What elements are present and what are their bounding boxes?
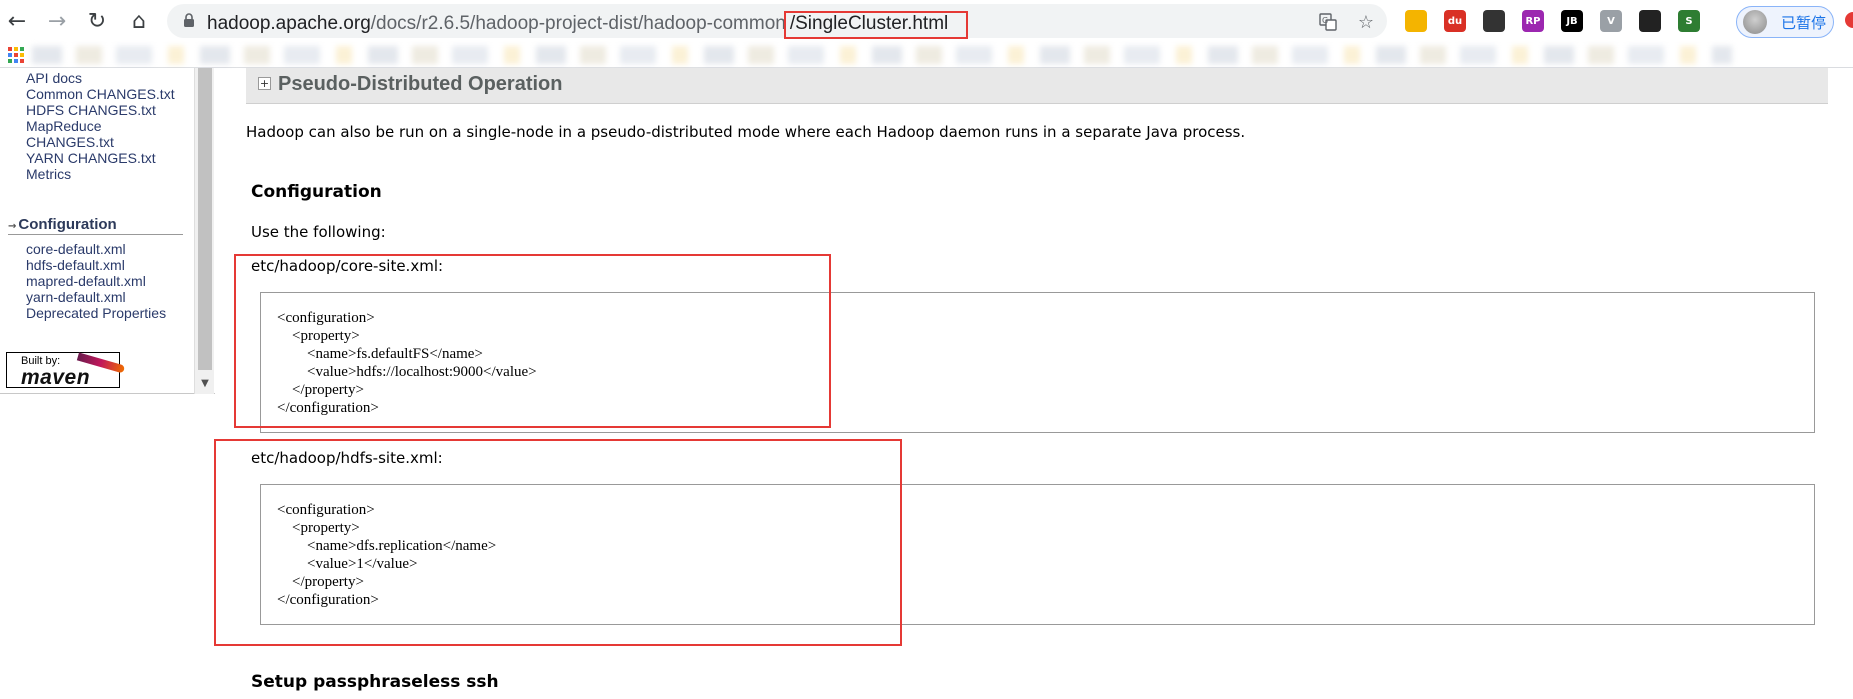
sidebar-link-metrics[interactable]: Metrics [26,166,71,182]
sidebar-scrollbar[interactable]: ▼ [194,68,214,394]
profile-status-label: 已暂停 [1781,14,1827,32]
apps-grid-icon[interactable] [8,47,24,63]
sidebar-link-common-changes[interactable]: Common CHANGES.txt [26,86,175,102]
sidebar-link-mapred-default[interactable]: mapred-default.xml [26,273,146,289]
lock-icon [184,13,194,27]
profile-button[interactable]: 已暂停 [1736,6,1834,38]
configuration-heading: Configuration [251,182,382,202]
sidebar-link-hdfs-changes[interactable]: HDFS CHANGES.txt [26,102,156,118]
s-extension-icon[interactable]: S [1678,10,1700,32]
baidu-extension-icon[interactable]: du [1444,10,1466,32]
section-header: + Pseudo-Distributed Operation [246,68,1828,104]
expand-toggle-icon[interactable]: + [258,77,271,90]
svg-text:G: G [1322,16,1328,25]
sidebar-link-api-docs[interactable]: API docs [26,70,82,86]
url-path: /docs/r2.6.5/hadoop-project-dist/hadoop-… [370,13,786,34]
colorful-pinwheel-extension-icon[interactable] [1405,10,1427,32]
browser-toolbar: ← → ↻ ⌂ hadoop.apache.org/docs/r2.6.5/ha… [0,0,1853,42]
jetbrains-rp-extension-icon[interactable]: RP [1522,10,1544,32]
bookmark-star-icon[interactable]: ☆ [1355,11,1377,33]
blurred-bookmarks [32,46,1732,64]
vue-devtools-extension-icon[interactable]: V [1600,10,1622,32]
sidebar-link-core-default[interactable]: core-default.xml [26,241,126,257]
reload-icon[interactable]: ↻ [82,6,112,36]
sidebar-heading-label: Configuration [18,216,117,233]
hdfs-site-code-block: <configuration> <property> <name>dfs.rep… [260,484,1815,625]
url-text: hadoop.apache.org/docs/r2.6.5/hadoop-pro… [207,11,969,39]
left-navigation: API docs Common CHANGES.txt HDFS CHANGES… [0,68,215,394]
sidebar-link-yarn-changes[interactable]: YARN CHANGES.txt [26,150,156,166]
tampermonkey-extension-icon[interactable] [1639,10,1661,32]
sidebar-link-yarn-default[interactable]: yarn-default.xml [26,289,126,305]
sidebar-link-mapreduce[interactable]: MapReduce [26,118,102,134]
arrow-right-icon: → [8,221,17,232]
bookmarks-bar [0,42,1853,68]
scroll-down-arrow-icon[interactable]: ▼ [199,378,211,392]
ssh-heading: Setup passphraseless ssh [251,672,499,692]
badge-maven-label: maven [21,366,91,389]
jetbrains-jb-extension-icon[interactable]: JB [1561,10,1583,32]
hdfs-site-label: etc/hadoop/hdfs-site.xml: [251,449,443,467]
url-highlighted-filename: /SingleCluster.html [783,11,969,39]
notification-dot-icon [1845,12,1853,28]
section-title: Pseudo-Distributed Operation [278,73,563,95]
built-by-maven-badge[interactable]: Built by: maven [6,352,126,389]
sidebar-heading-configuration: → Configuration [8,216,183,235]
core-site-code: <configuration> <property> <name>fs.defa… [277,310,537,416]
spy-extension-icon[interactable] [1483,10,1505,32]
use-following-text: Use the following: [251,223,386,241]
sidebar-link-deprecated-properties[interactable]: Deprecated Properties [26,305,166,321]
url-host: hadoop.apache.org [207,13,371,34]
sidebar-link-hdfs-default[interactable]: hdfs-default.xml [26,257,125,273]
forward-arrow-icon[interactable]: → [42,6,72,36]
scrollbar-thumb[interactable] [198,68,212,370]
intro-paragraph: Hadoop can also be run on a single-node … [246,123,1246,141]
hdfs-site-code: <configuration> <property> <name>dfs.rep… [277,502,497,608]
back-arrow-icon[interactable]: ← [2,6,32,36]
avatar [1743,10,1767,34]
sidebar-link-mapreduce-changes[interactable]: CHANGES.txt [26,134,114,150]
core-site-label: etc/hadoop/core-site.xml: [251,257,444,275]
home-icon[interactable]: ⌂ [124,6,154,36]
translate-icon[interactable]: G [1317,11,1339,33]
address-bar[interactable]: hadoop.apache.org/docs/r2.6.5/hadoop-pro… [167,4,1387,39]
core-site-code-block: <configuration> <property> <name>fs.defa… [260,292,1815,433]
